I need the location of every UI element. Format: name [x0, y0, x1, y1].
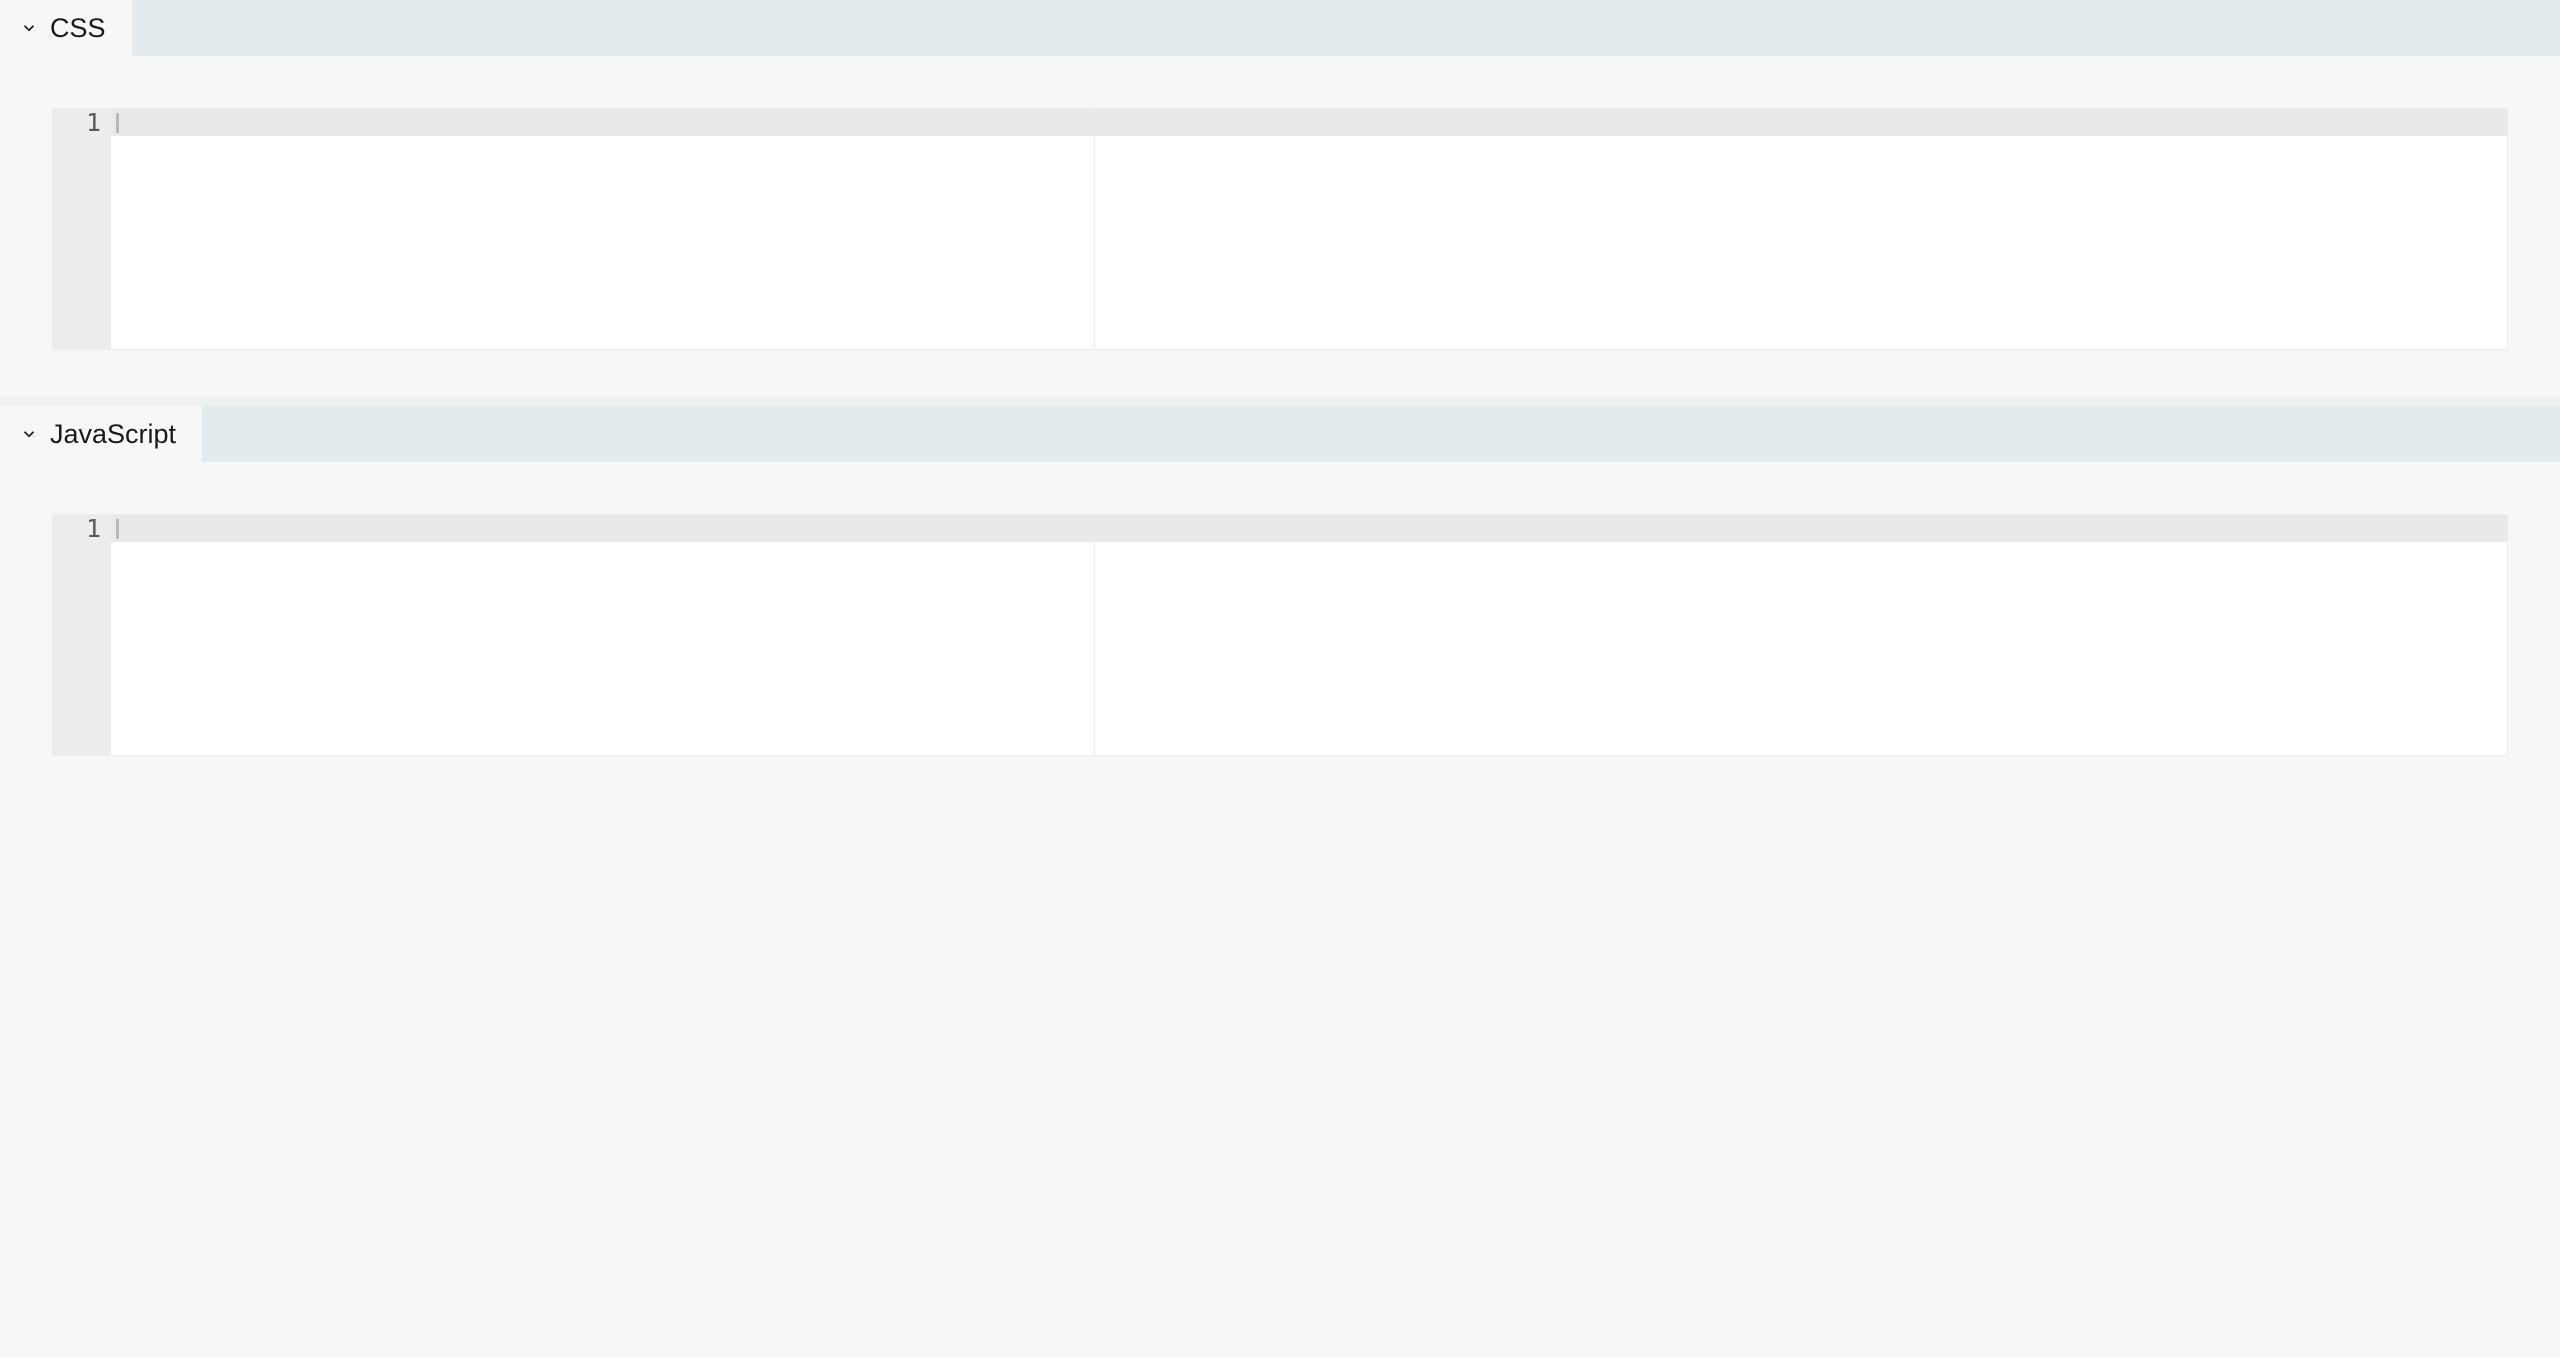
- code-editor-javascript[interactable]: 1: [52, 514, 2508, 756]
- editor-gutter: 1: [53, 109, 111, 349]
- panel-divider: [0, 396, 2560, 406]
- panel-body: 1: [0, 56, 2560, 396]
- line-number: 1: [53, 515, 101, 542]
- active-line-highlight: [111, 515, 2507, 542]
- panel-javascript: JavaScript 1: [0, 406, 2560, 802]
- editor-code-area[interactable]: [111, 515, 2507, 755]
- panel-header-bar: JavaScript: [0, 406, 2560, 462]
- panel-body: 1: [0, 462, 2560, 802]
- chevron-down-icon: [20, 19, 38, 37]
- panel-tab-css[interactable]: CSS: [0, 0, 132, 56]
- panel-header-bar: CSS: [0, 0, 2560, 56]
- line-number: 1: [53, 109, 101, 136]
- print-margin-line: [1094, 515, 1095, 755]
- active-line-highlight: [111, 109, 2507, 136]
- print-margin-line: [1094, 109, 1095, 349]
- panel-tab-label: JavaScript: [50, 419, 176, 450]
- panel-tab-javascript[interactable]: JavaScript: [0, 406, 202, 462]
- editor-code-area[interactable]: [111, 109, 2507, 349]
- chevron-down-icon: [20, 425, 38, 443]
- editor-cursor: [116, 113, 119, 133]
- panel-tab-label: CSS: [50, 13, 106, 44]
- editor-gutter: 1: [53, 515, 111, 755]
- editor-cursor: [116, 519, 119, 539]
- panel-css: CSS 1: [0, 0, 2560, 396]
- code-editor-css[interactable]: 1: [52, 108, 2508, 350]
